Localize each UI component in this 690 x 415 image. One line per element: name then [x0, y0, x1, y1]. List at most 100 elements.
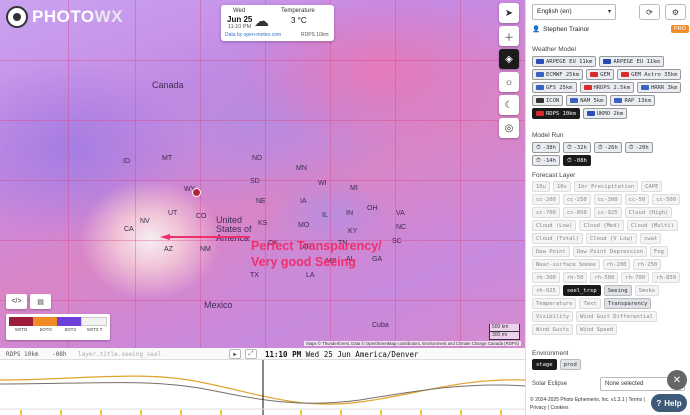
model-chip[interactable]: ARPEGE EU 11km — [532, 56, 597, 67]
language-select[interactable]: English (en) ▾ — [532, 4, 616, 20]
layer-chip[interactable]: rh-50 — [562, 272, 588, 283]
layer-chip[interactable]: Dew Point Depression — [572, 246, 648, 257]
layer-chip[interactable]: Transparency — [603, 298, 652, 309]
environment-title: Environment — [532, 350, 569, 357]
sun-button[interactable]: ☼ — [499, 72, 519, 92]
timeline-current-date: Wed 25 Jun America/Denver — [305, 350, 419, 359]
timeline-model: RDPS 10km — [6, 351, 39, 358]
model-chip[interactable]: GFS 25km — [532, 82, 577, 93]
map-label: AZ — [164, 246, 173, 253]
moon-button[interactable]: ☾ — [499, 95, 519, 115]
help-button[interactable]: ? Help — [651, 394, 687, 412]
layer-chip[interactable]: Wind Gust Differential — [576, 311, 657, 322]
layer-chip[interactable]: CAPE — [641, 181, 663, 192]
file-button[interactable]: ▤ — [30, 294, 51, 309]
zoom-in-button[interactable]: ＋ — [499, 26, 519, 46]
model-chip[interactable]: RDPS 10km — [532, 108, 580, 119]
layer-chip[interactable]: 10u — [532, 181, 550, 192]
play-button[interactable]: ▶ — [229, 349, 241, 359]
model-chip[interactable]: GEM Astro 35km — [617, 69, 682, 80]
layer-chip[interactable]: seel_trsp — [562, 285, 601, 296]
help-icon: ? — [656, 398, 662, 408]
model-chip[interactable]: ECMWF 25km — [532, 69, 584, 80]
layer-chip[interactable]: Near-surface Smoke — [532, 259, 600, 270]
layer-chip[interactable]: Cloud (Total) — [532, 233, 584, 244]
layer-chip[interactable]: rh-250 — [633, 259, 662, 270]
weather-source-link[interactable]: Data by open-meteo.com — [225, 32, 281, 38]
layer-chip[interactable]: rh-925 — [532, 285, 560, 296]
layer-chip[interactable]: cc-850 — [562, 207, 591, 218]
environment-chip[interactable]: prod — [559, 359, 581, 370]
layer-chip[interactable]: Seeing — [603, 285, 632, 296]
timeline-chart[interactable] — [0, 360, 525, 415]
layer-chip[interactable]: cc-925 — [593, 207, 622, 218]
layer-chip[interactable]: Cloud (Med) — [579, 220, 624, 231]
layer-chip[interactable]: Text — [579, 298, 601, 309]
layer-chip[interactable]: cc-200 — [532, 194, 560, 205]
layers-button[interactable]: ◈ — [499, 49, 519, 69]
layer-chip[interactable]: cc-300 — [593, 194, 622, 205]
run-chip[interactable]: ⏱ -08h — [562, 155, 591, 166]
model-chip[interactable]: ARPEGE EU 11km — [599, 56, 664, 67]
run-chip[interactable]: ⏱ -14h — [532, 155, 560, 166]
run-chip[interactable]: ⏱ -26h — [593, 142, 622, 153]
layer-chip[interactable]: rh-200 — [602, 259, 631, 270]
close-icon[interactable]: ✕ — [667, 370, 687, 390]
environment-chip[interactable]: stage — [532, 359, 557, 370]
code-button[interactable]: </> — [6, 294, 27, 309]
map-label: Cuba — [372, 322, 389, 329]
layer-chip[interactable]: Fog — [650, 246, 668, 257]
layer-chip[interactable]: rh-500 — [590, 272, 619, 283]
run-chip[interactable]: ⏱ -32h — [562, 142, 591, 153]
timeline-layer: layer.title.seeing_seal — [78, 351, 162, 358]
model-chip[interactable]: HRDPS 2.5km — [579, 82, 634, 93]
model-chip[interactable]: HRRR 3km — [636, 82, 682, 93]
map-label: KY — [348, 228, 358, 235]
layer-chip[interactable]: Cloud (Multi) — [626, 220, 678, 231]
grid-line — [460, 0, 461, 348]
layer-chip[interactable]: Wind Speed — [576, 324, 618, 335]
timeline[interactable]: RDPS 10km -08h layer.title.seeing_seal ▶… — [0, 348, 525, 415]
model-chip[interactable]: NAM 5km — [566, 95, 608, 106]
layer-chip[interactable]: cc-250 — [562, 194, 591, 205]
layer-chip[interactable]: Wind Gusts — [532, 324, 574, 335]
map-canvas[interactable]: Canada MT ND MN ID SD WI MI WY NE IA IL … — [0, 0, 525, 348]
model-chip[interactable]: ICON — [532, 95, 564, 106]
target-button[interactable]: ◎ — [499, 118, 519, 138]
layer-chip[interactable]: Cloud (High) — [624, 207, 673, 218]
layer-chip[interactable]: Cloud (Low) — [532, 220, 577, 231]
layer-chip[interactable]: Smoke — [634, 285, 660, 296]
expand-button[interactable]: ⤢ — [245, 349, 257, 359]
layer-chip[interactable]: rh-300 — [532, 272, 560, 283]
layer-chip[interactable]: cc-50 — [624, 194, 650, 205]
location-arrow-button[interactable]: ➤ — [499, 3, 519, 23]
layer-chip[interactable]: 1hr Precipitation — [573, 181, 639, 192]
map-label: MT — [162, 155, 173, 162]
run-chip[interactable]: ⏱ -38h — [532, 142, 560, 153]
flag-icon — [586, 111, 595, 116]
model-chip[interactable]: RAP 13km — [610, 95, 655, 106]
grid-line — [265, 0, 266, 348]
run-chip[interactable]: ⏱ -20h — [624, 142, 653, 153]
layer-chip[interactable]: Cloud (V Low) — [586, 233, 638, 244]
layer-chip[interactable]: rh-850 — [652, 272, 681, 283]
layer-chip[interactable]: rh-700 — [621, 272, 650, 283]
layer-chip[interactable]: Dew Point — [532, 246, 570, 257]
run-chip-label: -14h — [542, 157, 556, 164]
location-pin-icon[interactable] — [192, 188, 201, 197]
layer-chip[interactable]: cc-500 — [652, 194, 681, 205]
layer-chip[interactable]: Temperature — [532, 298, 577, 309]
layer-chip[interactable]: cc-700 — [532, 207, 560, 218]
layer-chip[interactable]: cwat — [640, 233, 662, 244]
user-info[interactable]: 👤 Stephen Trainor — [532, 25, 589, 34]
weather-day: Wed — [233, 8, 246, 14]
flag-icon — [570, 98, 579, 103]
refresh-button[interactable]: ⟳ — [639, 4, 660, 20]
model-chip[interactable]: UKMO 2km — [582, 108, 628, 119]
legend-label: 5OTO — [39, 327, 52, 332]
settings-button[interactable]: ⚙ — [665, 4, 686, 20]
app-logo[interactable]: PHOTOWX — [6, 6, 123, 28]
layer-chip[interactable]: Visibility — [532, 311, 574, 322]
layer-chip[interactable]: 10v — [552, 181, 571, 192]
model-chip[interactable]: GEM — [586, 69, 615, 80]
